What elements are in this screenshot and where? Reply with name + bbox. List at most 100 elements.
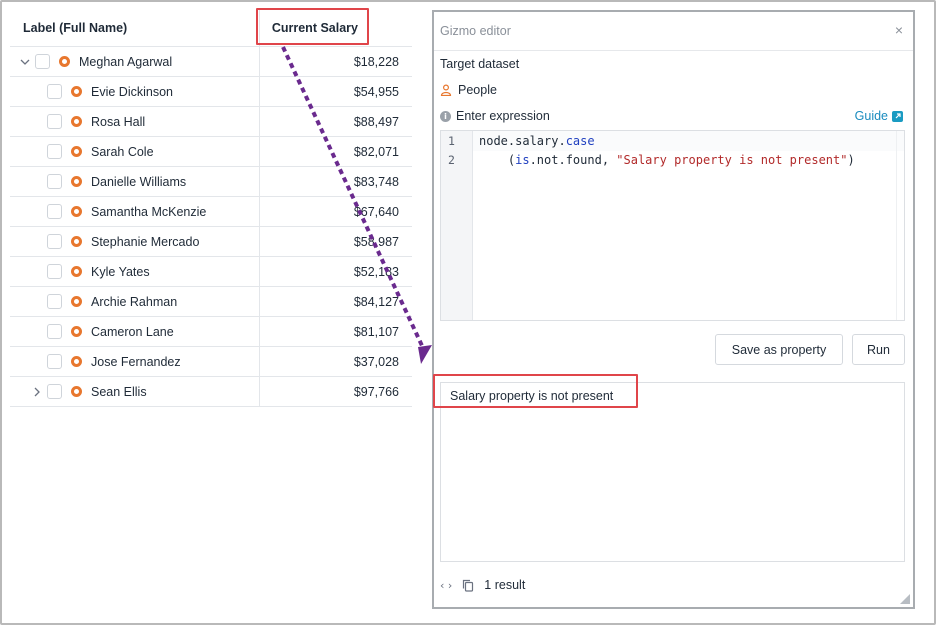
row-checkbox[interactable] (47, 264, 62, 279)
copy-icon[interactable] (462, 579, 474, 592)
row-checkbox[interactable] (47, 174, 62, 189)
salary-cell: $18,228 (353, 54, 399, 69)
column-header-label[interactable]: Label (Full Name) (10, 10, 260, 46)
table-row[interactable]: Jose Fernandez $37,028 (10, 347, 412, 377)
label-cell: Sean Ellis (10, 377, 260, 406)
resize-handle-icon[interactable] (900, 594, 910, 604)
guide-link[interactable]: Guide (855, 109, 903, 123)
node-icon (71, 86, 82, 97)
table-header: Label (Full Name) Current Salary (10, 10, 412, 47)
row-checkbox[interactable] (47, 324, 62, 339)
result-value: Salary property is not present (450, 389, 614, 403)
row-checkbox[interactable] (47, 234, 62, 249)
expression-label: i Enter expression (440, 109, 550, 123)
label-cell: Meghan Agarwal (10, 47, 260, 76)
label-cell: Cameron Lane (10, 317, 260, 346)
person-name: Meghan Agarwal (79, 54, 173, 69)
label-cell: Sarah Cole (10, 137, 260, 166)
row-checkbox[interactable] (47, 204, 62, 219)
label-cell: Rosa Hall (10, 107, 260, 136)
node-icon (71, 176, 82, 187)
guide-link-text: Guide (854, 109, 888, 123)
row-checkbox[interactable] (47, 294, 62, 309)
table-row[interactable]: Samantha McKenzie $67,640 (10, 197, 412, 227)
info-icon[interactable]: i (440, 110, 451, 122)
person-name: Jose Fernandez (91, 354, 181, 369)
row-checkbox[interactable] (47, 114, 62, 129)
table-row[interactable]: Sean Ellis $97,766 (10, 377, 412, 407)
salary-cell: $81,107 (353, 324, 399, 339)
save-as-property-button[interactable]: Save as property (715, 334, 843, 365)
node-icon (59, 56, 70, 67)
code-brackets-icon[interactable]: ‹ › (440, 579, 452, 592)
code-keyword: is (515, 153, 530, 167)
table-row[interactable]: Cameron Lane $81,107 (10, 317, 412, 347)
label-cell: Stephanie Mercado (10, 227, 260, 256)
person-name: Sarah Cole (91, 144, 154, 159)
editor-title: Gizmo editor (440, 24, 511, 38)
code-token: ) (847, 153, 855, 167)
label-cell: Kyle Yates (10, 257, 260, 286)
person-name: Samantha McKenzie (91, 204, 207, 219)
table-row[interactable]: Archie Rahman $84,127 (10, 287, 412, 317)
external-link-icon (892, 110, 903, 122)
table-row[interactable]: Danielle Williams $83,748 (10, 167, 412, 197)
person-name: Cameron Lane (91, 324, 174, 339)
person-name: Danielle Williams (91, 174, 187, 189)
line-number: 1 (448, 134, 455, 148)
close-icon[interactable]: × (895, 22, 903, 38)
row-checkbox[interactable] (47, 144, 62, 159)
row-checkbox[interactable] (35, 54, 50, 69)
person-name: Sean Ellis (91, 384, 147, 399)
salary-cell: $83,748 (353, 174, 399, 189)
label-cell: Archie Rahman (10, 287, 260, 316)
node-icon (71, 266, 82, 277)
result-panel: Salary property is not present (440, 382, 905, 562)
run-button[interactable]: Run (852, 334, 905, 365)
expression-code-editor[interactable]: 1 2 node.salary.case (is.not.found, "Sal… (440, 130, 905, 321)
code-line-2: (is.not.found, "Salary property is not p… (479, 153, 855, 167)
node-icon (71, 146, 82, 157)
salary-cell: $54,955 (353, 84, 399, 99)
node-icon (71, 296, 82, 307)
label-cell: Danielle Williams (10, 167, 260, 196)
salary-cell: $67,640 (353, 204, 399, 219)
divider (434, 50, 913, 51)
chevron-right-icon[interactable] (30, 385, 44, 399)
salary-cell: $82,071 (353, 144, 399, 159)
dataset-name: People (458, 83, 497, 97)
row-checkbox[interactable] (47, 354, 62, 369)
label-cell: Jose Fernandez (10, 347, 260, 376)
table-row[interactable]: Stephanie Mercado $58,987 (10, 227, 412, 257)
code-token: ( (479, 153, 516, 167)
salary-cell: $88,497 (353, 114, 399, 129)
salary-cell: $52,183 (353, 264, 399, 279)
table-row[interactable]: Rosa Hall $88,497 (10, 107, 412, 137)
code-string: "Salary property is not present" (616, 153, 848, 167)
node-icon (71, 326, 82, 337)
node-icon (71, 206, 82, 217)
people-table: Label (Full Name) Current Salary Meghan … (10, 10, 412, 407)
node-icon (71, 236, 82, 247)
person-name: Archie Rahman (91, 294, 178, 309)
column-header-current-salary[interactable]: Current Salary (260, 10, 412, 46)
chevron-down-icon[interactable] (18, 55, 32, 69)
salary-cell: $97,766 (353, 384, 399, 399)
person-icon (440, 84, 452, 96)
label-cell: Samantha McKenzie (10, 197, 260, 226)
label-cell: Evie Dickinson (10, 77, 260, 106)
editor-footer: ‹ › 1 result (440, 578, 525, 592)
target-dataset-selector[interactable]: People (440, 83, 497, 97)
code-token: node.salary. (479, 134, 566, 148)
code-token: .not.found, (529, 153, 617, 167)
row-checkbox[interactable] (47, 84, 62, 99)
table-row[interactable]: Meghan Agarwal $18,228 (10, 47, 412, 77)
table-body: Meghan Agarwal $18,228 Evie Dickinson $54,9… (10, 47, 412, 407)
person-name: Rosa Hall (91, 114, 146, 129)
table-row[interactable]: Kyle Yates $52,183 (10, 257, 412, 287)
row-checkbox[interactable] (47, 384, 62, 399)
node-icon (71, 116, 82, 127)
table-row[interactable]: Evie Dickinson $54,955 (10, 77, 412, 107)
code-scrollbar[interactable] (896, 131, 904, 320)
table-row[interactable]: Sarah Cole $82,071 (10, 137, 412, 167)
